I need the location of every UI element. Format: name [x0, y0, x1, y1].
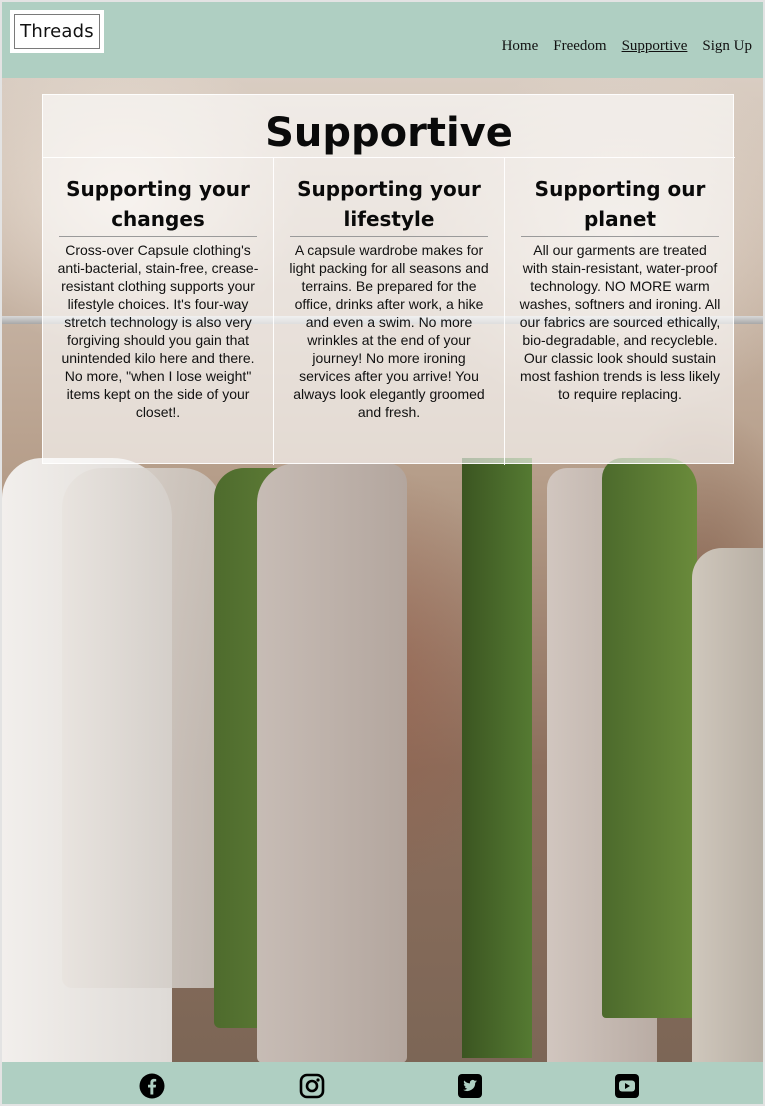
feature-body: A capsule wardrobe makes for light packi… — [289, 242, 489, 420]
logo-text[interactable]: Threads — [14, 14, 100, 49]
page-frame: Threads Home Freedom Supportive Sign Up … — [0, 0, 765, 1106]
garment-grey-top — [257, 463, 407, 1063]
feature-heading: Supporting our planet — [521, 174, 719, 237]
feature-heading: Supporting your lifestyle — [290, 174, 488, 237]
garment-green-tunic — [602, 458, 697, 1018]
main-nav: Home Freedom Supportive Sign Up — [502, 38, 752, 55]
feature-columns: Supporting your changes Cross-over Capsu… — [43, 157, 735, 465]
nav-freedom[interactable]: Freedom — [553, 38, 606, 55]
feature-column-changes: Supporting your changes Cross-over Capsu… — [43, 157, 274, 465]
site-header: Threads Home Freedom Supportive Sign Up — [2, 2, 763, 78]
nav-home[interactable]: Home — [502, 38, 539, 55]
garment-green-dress — [462, 458, 532, 1058]
instagram-icon[interactable] — [299, 1073, 325, 1099]
feature-column-planet: Supporting our planet All our garments a… — [505, 157, 735, 465]
feature-body: Cross-over Capsule clothing's anti-bacte… — [57, 242, 259, 420]
garment-beige-jacket — [692, 548, 763, 1064]
youtube-icon[interactable] — [614, 1073, 640, 1099]
site-footer — [2, 1062, 763, 1104]
nav-supportive[interactable]: Supportive — [622, 38, 688, 55]
feature-column-lifestyle: Supporting your lifestyle A capsule ward… — [274, 157, 505, 465]
feature-heading: Supporting your changes — [59, 174, 257, 237]
twitter-icon[interactable] — [457, 1073, 483, 1099]
nav-sign-up[interactable]: Sign Up — [702, 38, 752, 55]
feature-body: All our garments are treated with stain-… — [519, 242, 721, 402]
facebook-icon[interactable] — [139, 1073, 165, 1099]
supportive-card: Supportive Supporting your changes Cross… — [42, 94, 735, 465]
logo[interactable]: Threads — [10, 10, 104, 53]
garment-white-dress — [62, 468, 222, 988]
page-title: Supportive — [265, 110, 513, 156]
